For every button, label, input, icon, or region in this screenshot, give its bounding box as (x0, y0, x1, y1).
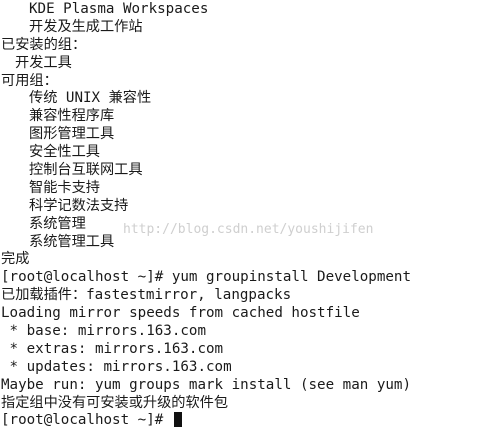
terminal-line: 开发工具 (15, 54, 72, 71)
terminal-line: * base: mirrors.163.com (1, 323, 206, 340)
terminal-line: 系统管理工具 (29, 233, 115, 250)
terminal-line: * extras: mirrors.163.com (1, 340, 224, 357)
shell-prompt: [root@localhost ~]# (1, 412, 172, 429)
terminal-window[interactable]: KDE Plasma Workspaces 开发及生成工作站 已安装的组： 开发… (0, 0, 477, 438)
terminal-line: 智能卡支持 (29, 179, 100, 196)
text-cursor (173, 412, 182, 428)
terminal-line: Loading mirror speeds from cached hostfi… (1, 305, 360, 322)
terminal-line: 安全性工具 (29, 144, 100, 161)
terminal-line: * updates: mirrors.163.com (1, 358, 232, 375)
terminal-line: 开发及生成工作站 (29, 18, 143, 35)
terminal-line: 传统 UNIX 兼容性 (29, 90, 152, 107)
terminal-line: 指定组中没有可安装或升级的软件包 (1, 394, 229, 411)
terminal-line: 可用组： (1, 72, 58, 89)
terminal-line: 控制台互联网工具 (29, 162, 143, 179)
terminal-line: 图形管理工具 (29, 126, 115, 143)
terminal-line: 完成 (1, 251, 30, 268)
terminal-line: Maybe run: yum groups mark install (see … (1, 376, 411, 393)
terminal-line: 科学记数法支持 (29, 197, 129, 214)
terminal-line: 兼容性程序库 (29, 108, 115, 125)
prompt-line[interactable]: [root@localhost ~]# (0, 412, 477, 430)
terminal-line: KDE Plasma Workspaces (29, 1, 209, 17)
terminal-line: 系统管理 (29, 215, 86, 232)
terminal-line: 已加载插件：fastestmirror, langpacks (1, 287, 292, 304)
terminal-line: [root@localhost ~]# yum groupinstall Dev… (1, 269, 411, 286)
terminal-line: 已安装的组： (1, 36, 87, 53)
